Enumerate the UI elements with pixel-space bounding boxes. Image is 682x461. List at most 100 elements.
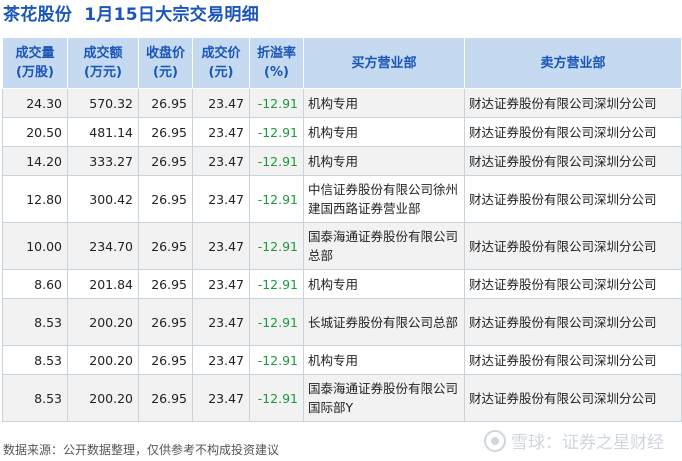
- amount-cell: 300.42: [67, 175, 139, 223]
- column-header: 成交价 (元): [192, 37, 250, 89]
- volume-cell: 20.50: [2, 117, 68, 147]
- seller-branch-cell: 财达证券股份有限公司深圳分公司: [464, 298, 682, 346]
- table-row: 8.60 201.84 26.95 23.47 -12.91 机构专用 财达证券股份有限公司…: [2, 269, 682, 299]
- column-header-line: (%): [264, 65, 289, 80]
- seller-branch-cell: 财达证券股份有限公司深圳分公司: [464, 269, 682, 299]
- column-header: 买方营业部: [303, 37, 465, 89]
- table-row: 20.50 481.14 26.95 23.47 -12.91 机构专用 财达证券股份有限公…: [2, 117, 682, 147]
- snowball-logo-icon: [484, 429, 506, 452]
- column-header-line: (元): [153, 65, 178, 80]
- buyer-branch-cell: 机构专用: [303, 269, 465, 299]
- volume-cell: 14.20: [2, 146, 68, 176]
- column-header-line: 买方营业部: [351, 55, 417, 71]
- table-row: 24.30 570.32 26.95 23.47 -12.91 机构专用 财达证券股份有限公…: [2, 88, 682, 118]
- column-header-line: 成交量: [15, 46, 55, 61]
- seller-branch-cell: 财达证券股份有限公司深圳分公司: [464, 345, 682, 375]
- brand-watermark: 雪球：证券之星财经: [484, 428, 664, 453]
- column-header-line: (元): [208, 65, 234, 80]
- buyer-branch-cell: 中信证券股份有限公司徐州建国西路证券营业部: [303, 175, 465, 223]
- column-header-line: 成交额: [83, 46, 123, 61]
- trade-price-cell: 23.47: [192, 175, 250, 223]
- premium-rate-cell: -12.91: [249, 298, 304, 346]
- close-price-cell: 26.95: [138, 345, 193, 375]
- column-header-line: 卖方营业部: [540, 55, 606, 71]
- seller-branch-cell: 财达证券股份有限公司深圳分公司: [464, 146, 682, 176]
- volume-cell: 24.30: [2, 88, 68, 118]
- close-price-cell: 26.95: [138, 269, 193, 299]
- volume-cell: 12.80: [2, 175, 68, 223]
- amount-cell: 570.32: [67, 88, 139, 118]
- trade-price-cell: 23.47: [192, 269, 250, 299]
- trade-price-cell: 23.47: [192, 298, 250, 346]
- table-row: 14.20 333.27 26.95 23.47 -12.91 机构专用 财达证券股份有限公…: [2, 146, 682, 176]
- premium-rate-cell: -12.91: [249, 269, 304, 299]
- volume-cell: 8.53: [2, 374, 68, 422]
- buyer-branch-cell: 国泰海通证券股份有限公司总部: [303, 222, 465, 270]
- table-row: 8.53 200.20 26.95 23.47 -12.91 国泰海通证券股份有限公司国际…: [2, 374, 682, 422]
- buyer-branch-cell: 机构专用: [303, 117, 465, 147]
- amount-cell: 200.20: [67, 374, 139, 422]
- premium-rate-cell: -12.91: [249, 146, 304, 176]
- close-price-cell: 26.95: [138, 88, 193, 118]
- amount-cell: 333.27: [67, 146, 139, 176]
- table-row: 12.80 300.42 26.95 23.47 -12.91 中信证券股份有限公司徐州建…: [2, 175, 682, 223]
- title-subtitle: 1月15日大宗交易明细: [84, 5, 259, 25]
- table-row: 8.53 200.20 26.95 23.47 -12.91 长城证券股份有限公司总部 财达…: [2, 298, 682, 346]
- premium-rate-cell: -12.91: [249, 88, 304, 118]
- table-header-row: 成交量 (万股) 成交额 (万元) 收盘价 (元) 成交价 (元) 折溢率 (%) 买方营业部 卖方营…: [2, 37, 682, 89]
- seller-branch-cell: 财达证券股份有限公司深圳分公司: [464, 117, 682, 147]
- column-header: 成交量 (万股): [2, 37, 68, 89]
- premium-rate-cell: -12.91: [249, 345, 304, 375]
- column-header-line: (万股): [16, 65, 54, 80]
- trade-price-cell: 23.47: [192, 88, 250, 118]
- trade-price-cell: 23.47: [192, 222, 250, 270]
- trade-price-cell: 23.47: [192, 374, 250, 422]
- seller-branch-cell: 财达证券股份有限公司深圳分公司: [464, 175, 682, 223]
- column-header: 卖方营业部: [464, 37, 682, 89]
- buyer-branch-cell: 机构专用: [303, 146, 465, 176]
- volume-cell: 8.53: [2, 298, 68, 346]
- buyer-branch-cell: 国泰海通证券股份有限公司国际部Y: [303, 374, 465, 422]
- column-header-line: (万元): [84, 65, 122, 80]
- trade-price-cell: 23.47: [192, 146, 250, 176]
- premium-rate-cell: -12.91: [249, 117, 304, 147]
- column-header: 收盘价 (元): [138, 37, 193, 89]
- stock-name: 茶花股份: [3, 5, 73, 25]
- buyer-branch-cell: 机构专用: [303, 88, 465, 118]
- amount-cell: 200.20: [67, 345, 139, 375]
- trade-price-cell: 23.47: [192, 117, 250, 147]
- trade-price-cell: 23.47: [192, 345, 250, 375]
- seller-branch-cell: 财达证券股份有限公司深圳分公司: [464, 88, 682, 118]
- seller-branch-cell: 财达证券股份有限公司深圳分公司: [464, 222, 682, 270]
- data-source-note: 数据来源：公开数据整理，仅供参考不构成投资建议: [3, 443, 280, 457]
- table-row: 8.53 200.20 26.95 23.47 -12.91 机构专用 财达证券股份有限公司…: [2, 345, 682, 375]
- column-header-line: 收盘价: [145, 46, 185, 61]
- premium-rate-cell: -12.91: [249, 374, 304, 422]
- amount-cell: 201.84: [67, 269, 139, 299]
- close-price-cell: 26.95: [138, 222, 193, 270]
- volume-cell: 8.53: [2, 345, 68, 375]
- volume-cell: 8.60: [2, 269, 68, 299]
- close-price-cell: 26.95: [138, 175, 193, 223]
- close-price-cell: 26.95: [138, 374, 193, 422]
- volume-cell: 10.00: [2, 222, 68, 270]
- column-header-line: 折溢率: [256, 46, 296, 61]
- table-row: 10.00 234.70 26.95 23.47 -12.91 国泰海通证券股份有限公司总…: [2, 222, 682, 270]
- amount-cell: 234.70: [67, 222, 139, 270]
- column-header: 成交额 (万元): [67, 37, 139, 89]
- seller-branch-cell: 财达证券股份有限公司深圳分公司: [464, 374, 682, 422]
- premium-rate-cell: -12.91: [249, 175, 304, 223]
- close-price-cell: 26.95: [138, 117, 193, 147]
- close-price-cell: 26.95: [138, 146, 193, 176]
- column-header: 折溢率 (%): [249, 37, 304, 89]
- column-header-line: 成交价: [201, 46, 241, 61]
- close-price-cell: 26.95: [138, 298, 193, 346]
- page-title: 茶花股份 1月15日大宗交易明细: [3, 3, 259, 27]
- block-trade-table: 成交量 (万股) 成交额 (万元) 收盘价 (元) 成交价 (元) 折溢率 (%) 买方营业部 卖方营…: [2, 37, 682, 422]
- buyer-branch-cell: 机构专用: [303, 345, 465, 375]
- premium-rate-cell: -12.91: [249, 222, 304, 270]
- table-body: 24.30 570.32 26.95 23.47 -12.91 机构专用 财达证券股份有限公…: [2, 88, 682, 422]
- buyer-branch-cell: 长城证券股份有限公司总部: [303, 298, 465, 346]
- amount-cell: 481.14: [67, 117, 139, 147]
- brand-text: 雪球：证券之星财经: [511, 433, 664, 453]
